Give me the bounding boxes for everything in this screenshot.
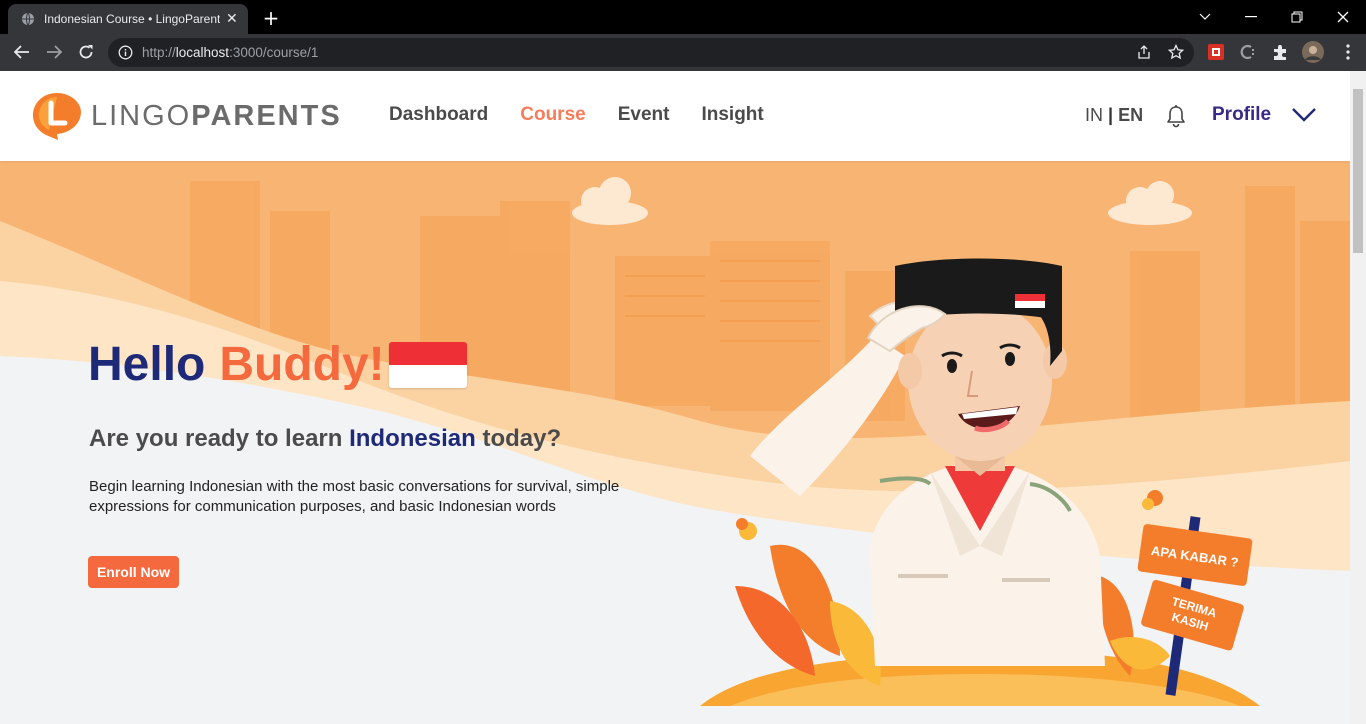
tab-search-icon[interactable] [1182, 0, 1228, 34]
page-scrollbar[interactable] [1350, 71, 1366, 724]
browser-menu-icon[interactable] [1339, 43, 1357, 61]
extension-c-icon[interactable] [1239, 43, 1257, 61]
enroll-now-button[interactable]: Enroll Now [88, 556, 179, 588]
hero-title-hello: Hello [88, 338, 206, 391]
nav-dashboard[interactable]: Dashboard [389, 104, 488, 126]
language-switcher: IN | EN [1085, 105, 1143, 126]
nav-insight[interactable]: Insight [701, 104, 763, 126]
browser-tab[interactable]: Indonesian Course • LingoParent ✕ [8, 4, 248, 34]
url-text[interactable]: http://localhost:3000/course/1 [142, 45, 318, 60]
minimize-icon[interactable] [1228, 0, 1274, 34]
tab-title: Indonesian Course • LingoParent [44, 12, 220, 26]
chevron-down-icon[interactable] [1291, 107, 1317, 123]
lang-en[interactable]: EN [1118, 105, 1143, 125]
nav-event[interactable]: Event [618, 104, 670, 126]
share-icon[interactable] [1136, 44, 1152, 60]
site-logo[interactable]: LINGOPARENTS [31, 91, 342, 141]
browser-toolbar: http://localhost:3000/course/1 [0, 34, 1366, 71]
hero-title-buddy: Buddy! [219, 338, 385, 391]
address-bar[interactable]: http://localhost:3000/course/1 [108, 38, 1194, 67]
hero-title: Hello Buddy! [88, 337, 467, 392]
browser-tabbar: Indonesian Course • LingoParent ✕ + [0, 0, 1366, 34]
back-icon[interactable] [12, 42, 32, 62]
bell-icon[interactable] [1165, 104, 1187, 128]
subtitle-prefix: Are you ready to learn [89, 425, 350, 452]
reload-icon[interactable] [76, 42, 96, 62]
info-icon[interactable] [118, 45, 133, 60]
hero-description: Begin learning Indonesian with the most … [89, 478, 620, 515]
restore-icon[interactable] [1274, 0, 1320, 34]
main-nav: Dashboard Course Event Insight [389, 104, 796, 126]
site-header: LINGOPARENTS Dashboard Course Event Insi… [0, 71, 1350, 161]
logo-text-parents: PARENTS [191, 99, 342, 132]
lang-separator: | [1108, 105, 1114, 125]
extension-red-icon[interactable] [1207, 43, 1225, 61]
profile-link[interactable]: Profile [1212, 104, 1271, 126]
lang-in[interactable]: IN [1085, 105, 1103, 125]
extensions-puzzle-icon[interactable] [1271, 43, 1289, 61]
new-tab-icon[interactable]: + [260, 6, 282, 30]
globe-icon [22, 12, 34, 26]
forward-icon[interactable] [44, 42, 64, 62]
avatar[interactable] [1302, 41, 1324, 63]
scrollbar-thumb[interactable] [1353, 89, 1363, 253]
indonesia-flag-icon [388, 341, 467, 388]
nav-course[interactable]: Course [520, 104, 585, 126]
saluting-boy-illustration: APA KABAR ? TERIMA KASIH [700, 258, 1260, 706]
hero-banner: Hello Buddy! Are you ready to learn Indo… [0, 161, 1350, 724]
bookmark-star-icon[interactable] [1168, 44, 1184, 60]
tab-close-icon[interactable]: ✕ [226, 11, 238, 27]
hero-subtitle: Are you ready to learn Indonesian today? [89, 425, 561, 453]
logo-speech-bubble-icon [33, 93, 81, 140]
subtitle-highlight: Indonesian [349, 425, 476, 452]
close-window-icon[interactable] [1320, 0, 1366, 34]
page-viewport: LINGOPARENTS Dashboard Course Event Insi… [0, 71, 1350, 724]
logo-text-lingo: LINGO [91, 99, 192, 132]
subtitle-suffix: today? [475, 425, 562, 452]
